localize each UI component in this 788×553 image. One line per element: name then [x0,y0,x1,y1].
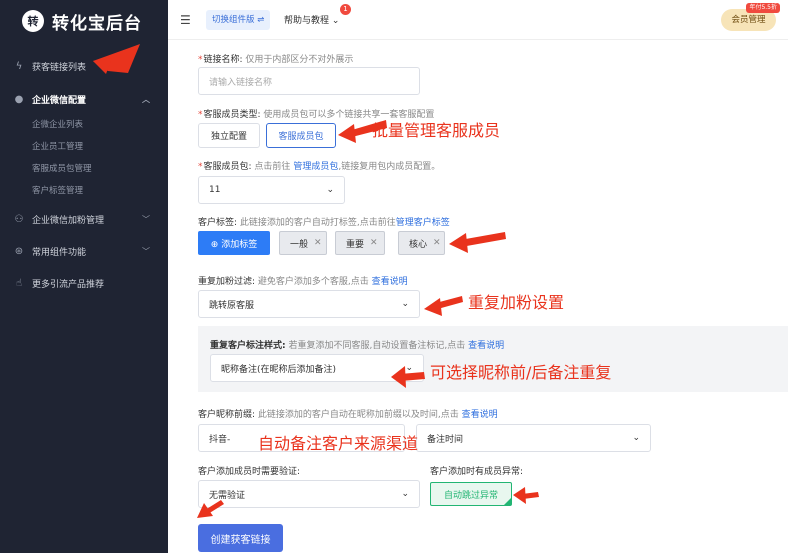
arrow-mark [93,44,140,73]
arrow-mark [424,298,442,316]
arrow-mark [338,124,356,143]
arrow-mark [391,366,406,388]
arrow-mark [513,487,526,504]
annotation-arrows [93,44,539,518]
arrow-mark [449,233,468,253]
